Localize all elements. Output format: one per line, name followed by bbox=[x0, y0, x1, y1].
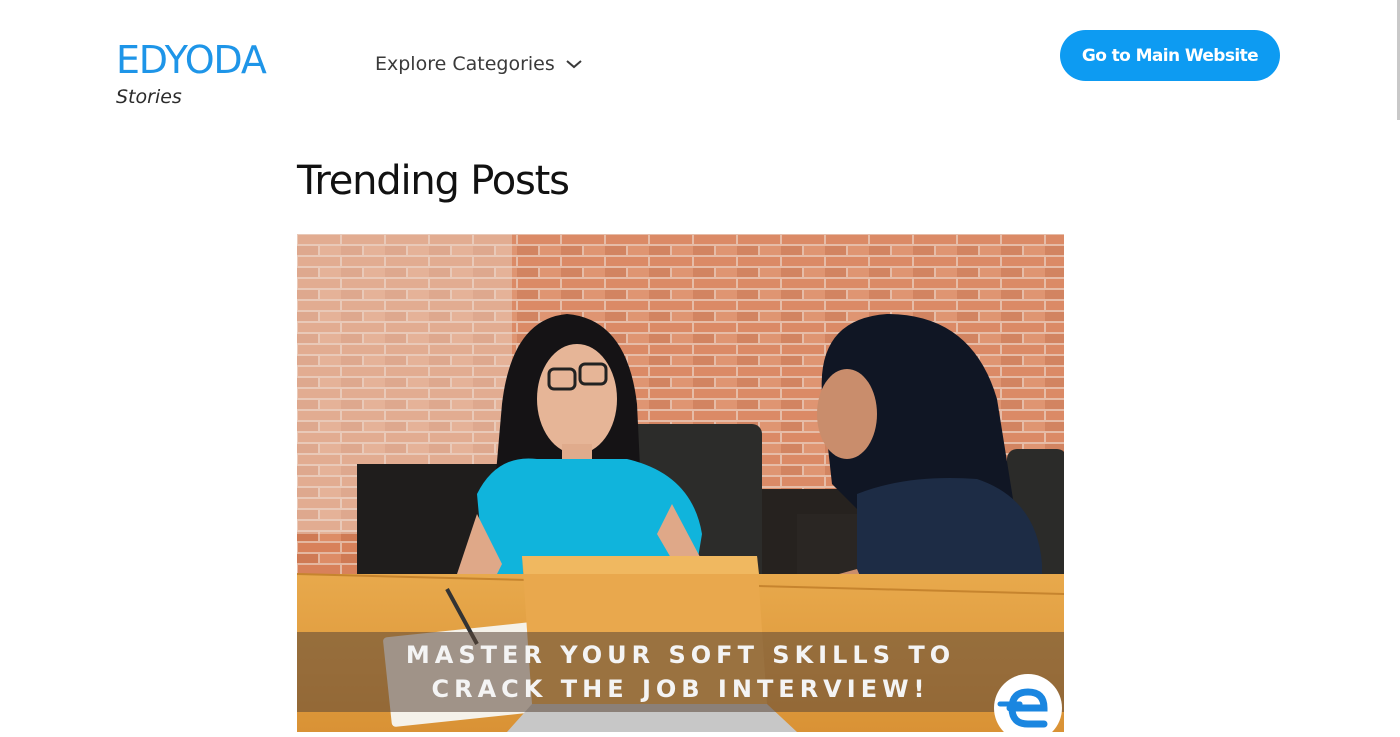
explore-categories-dropdown[interactable]: Explore Categories bbox=[375, 53, 583, 75]
chevron-down-icon bbox=[566, 60, 582, 69]
brand-name: EDYODA bbox=[116, 38, 267, 82]
featured-post-card[interactable]: MASTER YOUR SOFT SKILLS TO CRACK THE JOB… bbox=[297, 234, 1064, 732]
post-banner: MASTER YOUR SOFT SKILLS TO CRACK THE JOB… bbox=[297, 632, 1064, 712]
edyoda-e-logo-icon bbox=[994, 674, 1062, 732]
page: EDYODA Stories Explore Categories Go to … bbox=[0, 0, 1400, 737]
post-title-line-2: CRACK THE JOB INTERVIEW! bbox=[431, 675, 930, 703]
brand-subtitle: Stories bbox=[116, 86, 182, 108]
section-title: Trending Posts bbox=[297, 158, 570, 204]
post-title-line-1: MASTER YOUR SOFT SKILLS TO bbox=[405, 641, 956, 669]
explore-categories-label: Explore Categories bbox=[375, 53, 555, 75]
brand-logo[interactable]: EDYODA Stories bbox=[116, 38, 267, 108]
go-to-main-website-button[interactable]: Go to Main Website bbox=[1060, 30, 1280, 81]
